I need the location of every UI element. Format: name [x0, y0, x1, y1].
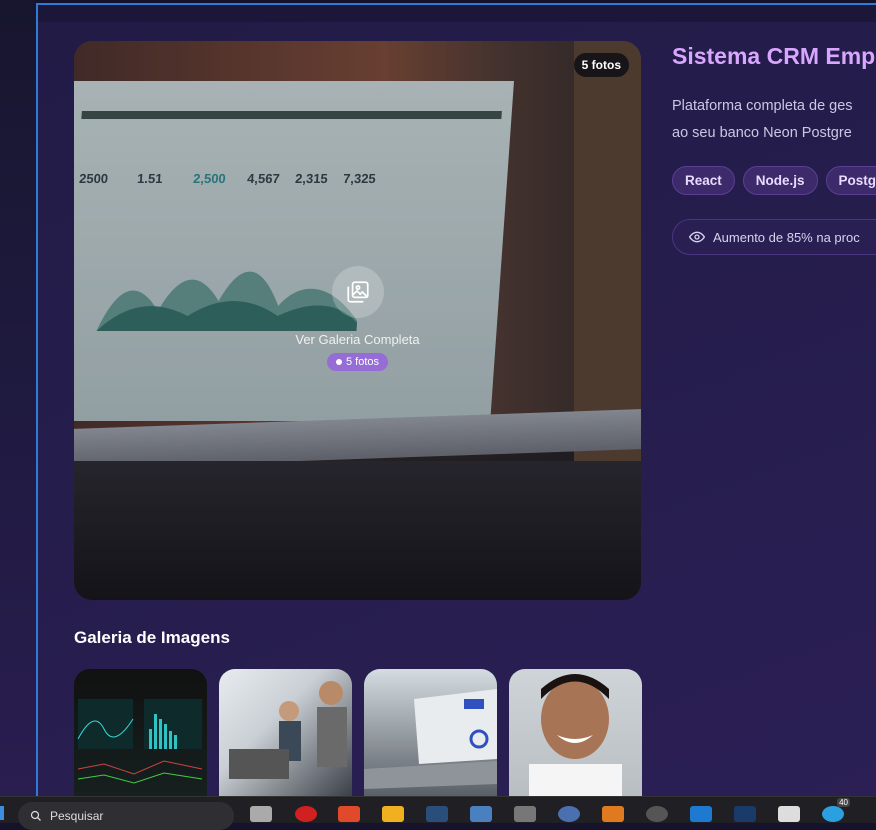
- gallery-heading: Galeria de Imagens: [74, 628, 230, 647]
- app-icon[interactable]: [734, 806, 756, 822]
- app-icon[interactable]: [338, 806, 360, 822]
- gallery-count-badge: 5 fotos: [326, 353, 389, 371]
- tech-tags: React Node.js Postg: [672, 166, 876, 195]
- view-gallery-label: Ver Galeria Completa: [295, 332, 420, 347]
- search-icon: [30, 810, 41, 821]
- project-title: Sistema CRM Emp: [672, 43, 876, 69]
- opera-icon[interactable]: [295, 806, 317, 822]
- notification-badge: 40: [837, 798, 850, 807]
- file-icon[interactable]: [250, 806, 272, 822]
- folder-icon[interactable]: [382, 806, 404, 822]
- result-pill: Aumento de 85% na proc: [672, 219, 876, 255]
- app-icon[interactable]: [602, 806, 624, 822]
- gallery-thumbnails: [74, 669, 642, 796]
- dot-icon: [335, 359, 342, 366]
- telegram-icon[interactable]: 40: [822, 798, 850, 822]
- thumbnail-office[interactable]: [219, 669, 352, 796]
- description-line: ao seu banco Neon Postgre: [672, 125, 852, 141]
- tag-nodejs: Node.js: [742, 166, 818, 195]
- app-icon[interactable]: [558, 806, 580, 822]
- thumbnail-dashboard[interactable]: [74, 669, 207, 796]
- steam-icon[interactable]: [426, 806, 448, 822]
- app-icon[interactable]: [778, 806, 800, 822]
- start-icon[interactable]: [0, 806, 4, 820]
- thumbnail-portrait[interactable]: [509, 669, 642, 796]
- project-description: Plataforma completa de ges ao seu banco …: [672, 93, 876, 147]
- thumbnail-laptop[interactable]: [364, 669, 497, 796]
- whatsapp-icon[interactable]: [646, 806, 668, 822]
- modal-top-band: [38, 5, 876, 22]
- gallery-count-text: 5 fotos: [345, 356, 380, 368]
- vscode-icon[interactable]: [690, 806, 712, 822]
- description-line: Plataforma completa de ges: [672, 98, 853, 114]
- hero-image[interactable]: 2500 1.51 2,500 4,567 2,315 7,325 5 foto…: [74, 41, 641, 600]
- page-background: [0, 0, 36, 796]
- photo-count-badge: 5 fotos: [573, 53, 629, 77]
- portrait-graphic: [529, 674, 622, 796]
- app-icon[interactable]: [514, 806, 536, 822]
- laptop-graphic: [364, 689, 497, 789]
- taskbar: Pesquisar 40: [0, 796, 876, 830]
- tag-react: React: [672, 166, 735, 195]
- view-gallery-overlay[interactable]: Ver Galeria Completa 5 fotos: [74, 266, 641, 371]
- taskbar-search[interactable]: Pesquisar: [18, 802, 234, 830]
- store-icon[interactable]: [470, 806, 492, 822]
- dashboard-graphic: [77, 699, 203, 784]
- search-placeholder: Pesquisar: [50, 809, 104, 823]
- eye-icon: [689, 231, 705, 243]
- office-graphic: [229, 681, 347, 779]
- tag-postgres: Postg: [825, 166, 876, 195]
- project-modal: 2500 1.51 2,500 4,567 2,315 7,325 5 foto…: [36, 3, 876, 796]
- result-text: Aumento de 85% na proc: [713, 229, 860, 245]
- gallery-icon[interactable]: [331, 266, 384, 318]
